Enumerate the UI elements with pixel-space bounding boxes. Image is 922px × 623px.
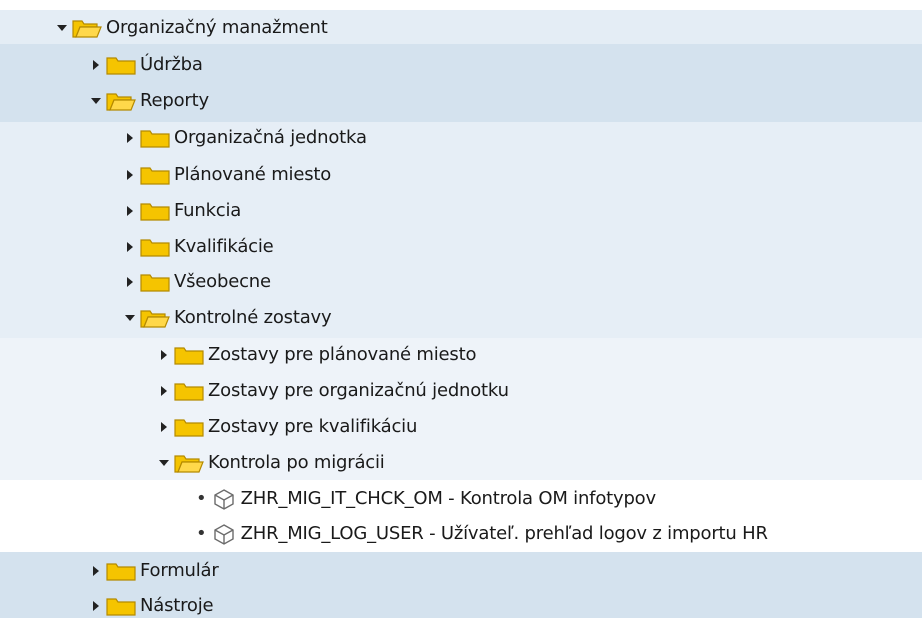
tree-leaf-report-chck-om[interactable]: • ZHR_MIG_IT_CHCK_OM - Kontrola OM infot… <box>0 481 922 516</box>
collapsed-arrow-icon[interactable] <box>158 349 170 361</box>
open-folder-icon <box>174 452 204 474</box>
tree-node-planovane-miesto[interactable]: Plánované miesto <box>0 157 922 192</box>
tree-node-funkcia[interactable]: Funkcia <box>0 193 922 228</box>
tree-node-label: Organizačná jednotka <box>174 127 367 148</box>
tree-node-label: Zostavy pre organizačnú jednotku <box>208 380 509 401</box>
expanded-arrow-icon[interactable] <box>90 95 102 107</box>
tree-node-label: Kvalifikácie <box>174 236 274 257</box>
tree-node-label: Zostavy pre plánované miesto <box>208 344 477 365</box>
open-folder-icon <box>72 17 102 39</box>
collapsed-arrow-icon[interactable] <box>124 132 136 144</box>
expanded-arrow-icon[interactable] <box>158 457 170 469</box>
tree-node-label: Kontrolné zostavy <box>174 307 332 328</box>
tree-leaf-report-log-user[interactable]: • ZHR_MIG_LOG_USER - Užívateľ. prehľad l… <box>0 516 922 551</box>
collapsed-arrow-icon[interactable] <box>124 241 136 253</box>
tree-node-kontrola-po-migracii[interactable]: Kontrola po migrácii <box>0 445 922 480</box>
tree-node-zostavy-planovane-miesto[interactable]: Zostavy pre plánované miesto <box>0 337 922 372</box>
tree-node-udrzba[interactable]: Údržba <box>0 47 922 82</box>
tree-node-label: Formulár <box>140 560 219 581</box>
collapsed-arrow-icon[interactable] <box>90 565 102 577</box>
collapsed-arrow-icon[interactable] <box>124 276 136 288</box>
folder-icon <box>174 416 204 438</box>
tree-node-label: Reporty <box>140 90 209 111</box>
folder-icon <box>106 560 136 582</box>
folder-icon <box>140 127 170 149</box>
tree-node-label: Plánované miesto <box>174 164 332 185</box>
collapsed-arrow-icon[interactable] <box>90 600 102 612</box>
tree-node-label: Nástroje <box>140 595 214 616</box>
tree-node-organizacny-manazment[interactable]: Organizačný manažment <box>0 10 922 45</box>
tree-node-reporty[interactable]: Reporty <box>0 83 922 118</box>
folder-icon <box>106 595 136 617</box>
tree-node-vseobecne[interactable]: Všeobecne <box>0 264 922 299</box>
transaction-cube-icon <box>213 488 235 510</box>
tree-node-label: Zostavy pre kvalifikáciu <box>208 416 418 437</box>
open-folder-icon <box>140 307 170 329</box>
tree-node-zostavy-kvalifikacia[interactable]: Zostavy pre kvalifikáciu <box>0 409 922 444</box>
sap-menu-tree: Organizačný manažment Údržba Reporty Org… <box>0 0 922 618</box>
tree-node-label: Údržba <box>140 54 203 75</box>
collapsed-arrow-icon[interactable] <box>158 421 170 433</box>
tree-node-formular[interactable]: Formulár <box>0 553 922 588</box>
expanded-arrow-icon[interactable] <box>124 312 136 324</box>
folder-icon <box>140 200 170 222</box>
bullet-icon: • <box>196 488 207 509</box>
folder-icon <box>106 54 136 76</box>
tree-node-kvalifikacie[interactable]: Kvalifikácie <box>0 229 922 264</box>
collapsed-arrow-icon[interactable] <box>124 205 136 217</box>
expanded-arrow-icon[interactable] <box>56 22 68 34</box>
folder-icon <box>140 236 170 258</box>
bullet-icon: • <box>196 523 207 544</box>
tree-node-organizacna-jednotka[interactable]: Organizačná jednotka <box>0 120 922 155</box>
folder-icon <box>174 380 204 402</box>
open-folder-icon <box>106 90 136 112</box>
tree-node-label: Kontrola po migrácii <box>208 452 385 473</box>
tree-node-label: Organizačný manažment <box>106 17 328 38</box>
tree-node-label: ZHR_MIG_LOG_USER - Užívateľ. prehľad log… <box>240 523 768 544</box>
tree-node-label: Všeobecne <box>174 271 271 292</box>
tree-node-label: ZHR_MIG_IT_CHCK_OM - Kontrola OM infotyp… <box>240 488 657 509</box>
collapsed-arrow-icon[interactable] <box>90 59 102 71</box>
folder-icon <box>174 344 204 366</box>
collapsed-arrow-icon[interactable] <box>124 169 136 181</box>
tree-node-kontrolne-zostavy[interactable]: Kontrolné zostavy <box>0 300 922 335</box>
collapsed-arrow-icon[interactable] <box>158 385 170 397</box>
folder-icon <box>140 271 170 293</box>
tree-node-label: Funkcia <box>174 200 242 221</box>
transaction-cube-icon <box>213 523 235 545</box>
tree-node-zostavy-org-jednotka[interactable]: Zostavy pre organizačnú jednotku <box>0 373 922 408</box>
folder-icon <box>140 164 170 186</box>
